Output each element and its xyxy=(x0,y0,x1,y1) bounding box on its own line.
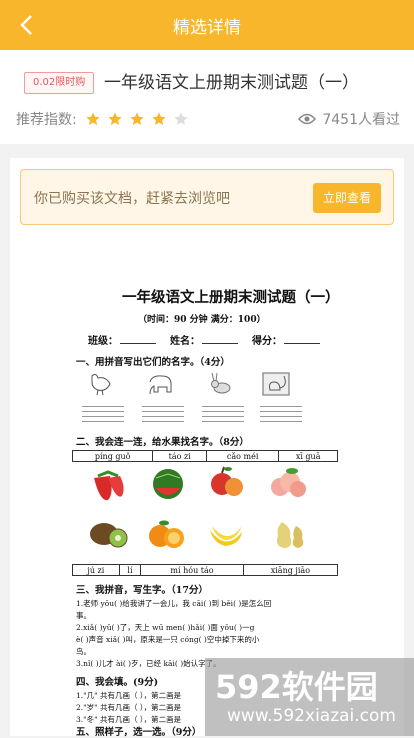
chevron-left-icon xyxy=(20,15,32,35)
paper-title: 一年级语文上册期末测试题（一） xyxy=(122,289,340,306)
star-filled-icon xyxy=(86,112,100,125)
rooster-icon xyxy=(91,373,111,396)
rating-stars xyxy=(85,111,195,127)
paper-subtitle: （时间：90 分钟 满分：100） xyxy=(138,315,266,325)
pinyin-table-top: píng guǒ táo zi cǎo méi xī guā xyxy=(71,450,338,462)
pinyin-cell: jú zi xyxy=(72,564,120,576)
document-info: 0.02限时购 一年级语文上册期末测试题（一） 推荐指数: 7451人看过 xyxy=(0,50,414,144)
score-field: 得分： xyxy=(252,332,320,347)
squirrel-icon xyxy=(262,372,290,396)
rating: 推荐指数: xyxy=(16,109,195,129)
pinyin-table-bottom: jú zi lí mí hóu táo xiāng jiāo xyxy=(72,564,339,576)
pinyin-cell: xī guā xyxy=(278,450,338,462)
top-bar: 精选详情 xyxy=(0,0,414,50)
pinyin-cell: cǎo méi xyxy=(206,450,280,462)
star-filled-icon xyxy=(130,112,144,125)
price-badge: 0.02限时购 xyxy=(24,72,95,94)
strawberry-icon xyxy=(94,470,124,501)
view-now-button[interactable]: 立即查看 xyxy=(313,183,381,213)
document-preview: 你已购买该文档，赶紧去浏览吧 立即查看 一年级语文上册期末测试题（一） （时间：… xyxy=(10,158,404,738)
pinyin-cell: mí hóu táo xyxy=(140,564,244,576)
star-filled-icon xyxy=(108,112,122,125)
purchase-notice: 你已购买该文档，赶紧去浏览吧 立即查看 xyxy=(20,169,394,225)
watermark-url: www.592xiazai.com xyxy=(227,706,396,726)
peach-icon xyxy=(271,468,306,497)
notice-text: 你已购买该文档，赶紧去浏览吧 xyxy=(34,191,230,207)
question-2: 二、我会连一连，给水果找名字。（8分） xyxy=(76,437,249,448)
document-title: 一年级语文上册期末测试题（一） xyxy=(104,73,359,93)
star-empty-icon xyxy=(174,112,188,125)
question-4: 四、我会填。(9分) xyxy=(76,677,159,688)
watermark-logo: 592软件园 xyxy=(215,668,378,706)
class-field: 班级： xyxy=(88,332,156,347)
site-watermark: 592软件园 www.592xiazai.com xyxy=(205,658,414,736)
elephant-icon xyxy=(149,375,172,395)
rating-label: 推荐指数: xyxy=(16,112,77,128)
fruit-pictures xyxy=(80,462,310,562)
question-1: 一、用拼音写出它们的名字。（4分） xyxy=(76,357,230,368)
question-4-text: 1."几" 共有几画（ ），第二画是 2."岁" 共有几画（ ），第二画是 3.… xyxy=(76,691,182,724)
back-button[interactable] xyxy=(10,9,42,41)
views-text: 7451人看过 xyxy=(322,112,400,128)
pinyin-cell: lí xyxy=(118,564,142,576)
star-filled-icon xyxy=(152,112,166,125)
view-count: 7451人看过 xyxy=(298,109,400,129)
pinyin-cell: píng guǒ xyxy=(71,450,154,462)
pinyin-cell: táo zi xyxy=(152,450,208,462)
rabbit-icon xyxy=(211,372,231,394)
question-3: 三、我拼音，写生字。（17分） xyxy=(76,585,208,596)
animal-pictures xyxy=(76,372,306,422)
orange-icon xyxy=(149,520,184,548)
banana-icon xyxy=(210,526,242,546)
name-field: 姓名： xyxy=(170,332,238,347)
watermelon-icon xyxy=(153,469,183,499)
eye-icon xyxy=(298,113,317,125)
page-title: 精选详情 xyxy=(173,17,241,38)
pear-icon xyxy=(276,522,304,548)
kiwi-icon xyxy=(90,523,128,548)
pinyin-cell: xiāng jiāo xyxy=(242,564,339,576)
paper-fields: 班级： 姓名： 得分： xyxy=(88,332,320,347)
apple-icon xyxy=(211,466,243,496)
